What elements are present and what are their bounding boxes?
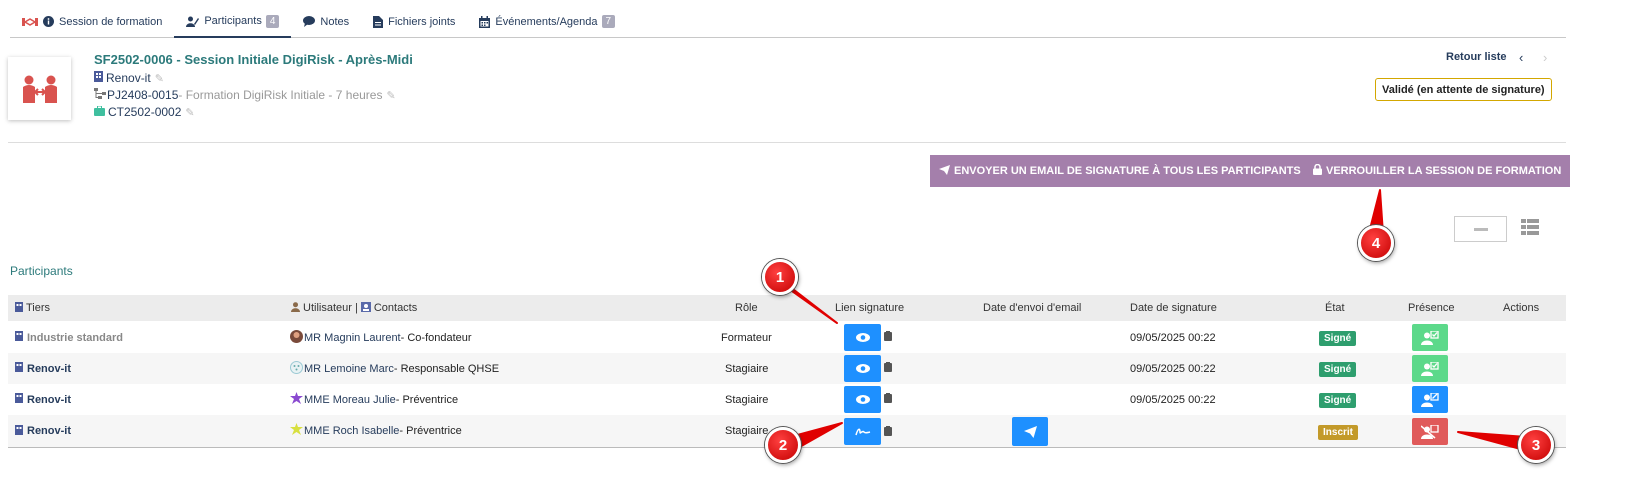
- callout-marker-1: 1: [762, 259, 798, 295]
- callout-marker-4: 4: [1358, 225, 1394, 261]
- callout-marker-2: 2: [765, 427, 801, 463]
- callout-marker-3: 3: [1518, 427, 1554, 463]
